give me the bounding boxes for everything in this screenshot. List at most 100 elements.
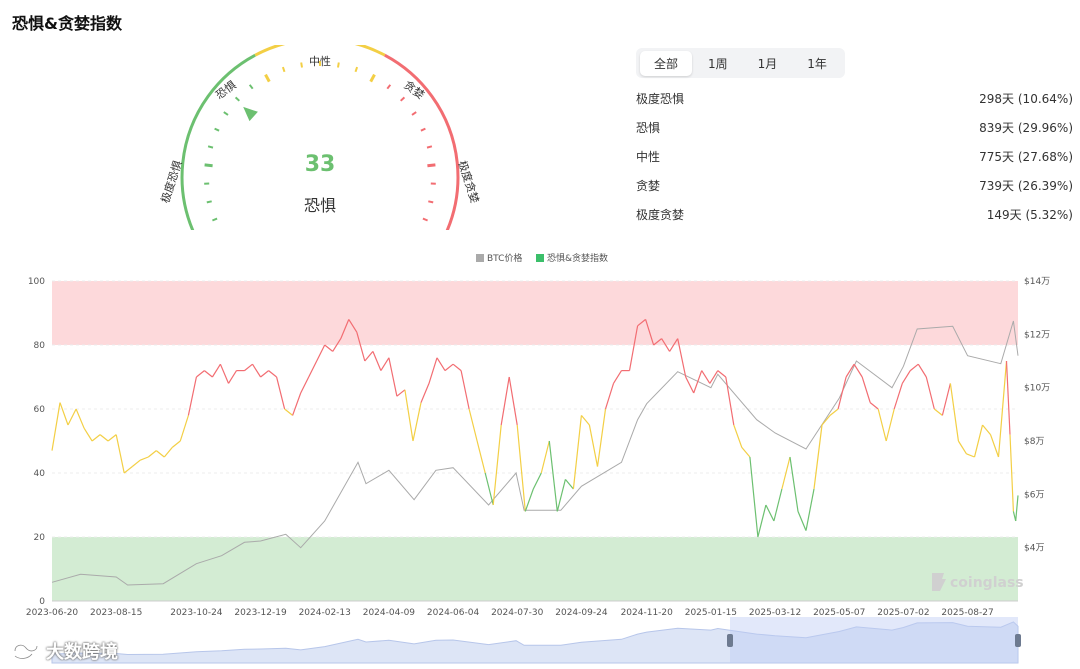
fgi-segment: [982, 424, 991, 435]
fgi-segment: [196, 370, 205, 378]
fgi-segment: [861, 376, 871, 403]
gauge-tick: [386, 84, 392, 90]
fgi-segment: [781, 456, 791, 490]
fgi-segment: [251, 363, 262, 378]
stat-row-neutral: 中性 775天 (27.68%): [636, 148, 1073, 177]
fgi-segment: [925, 376, 935, 410]
gauge-label-greed: 贪婪: [401, 78, 427, 102]
x-axis: 2023-06-20 2023-08-15 2023-10-24 2023-12-19…: [26, 600, 1018, 618]
fgi-segment: [452, 363, 462, 372]
y-axis-right: $4万 $6万 $8万 $10万 $12万 $14万: [1024, 277, 1050, 554]
x-tick-label: 2023-12-19: [234, 608, 287, 618]
fgi-segment: [316, 344, 326, 362]
stat-label: 中性: [636, 150, 661, 164]
time-range-tabs: 全部 1周 1月 1年: [636, 48, 845, 78]
navigator-selection[interactable]: [730, 617, 1018, 663]
fgi-segment: [524, 488, 534, 512]
fgi-segment: [484, 472, 494, 506]
y-axis-left: 0 20 40 60 80 100: [28, 277, 45, 607]
fgi-segment: [997, 360, 1008, 458]
navigator-right-handle[interactable]: [1015, 634, 1021, 647]
fgi-segment: [548, 440, 558, 512]
fgi-segment: [107, 434, 117, 442]
fgi-segment: [917, 363, 927, 378]
gauge-tick: [264, 73, 271, 83]
fgi-segment: [83, 427, 93, 442]
y-right-tick-label: $12万: [1024, 330, 1050, 340]
fgi-segment: [837, 376, 847, 410]
fgi-segment: [187, 376, 197, 416]
x-tick-label: 2024-11-20: [621, 608, 674, 618]
tab-1-year[interactable]: 1年: [793, 51, 841, 76]
site-watermark: 大数跨境: [12, 638, 118, 664]
gauge-status: 恐惧: [303, 196, 336, 215]
gauge-tick: [300, 62, 303, 68]
stat-label: 极度贪婪: [636, 208, 685, 222]
gauge-arc-segment: [384, 53, 460, 230]
tab-1-month[interactable]: 1月: [744, 51, 792, 76]
fgi-segment: [973, 424, 984, 458]
fgi-segment: [821, 415, 831, 426]
fgi-segment: [123, 466, 133, 474]
fgi-segment: [67, 408, 77, 426]
chart-legend: BTC价格 恐惧&贪婪指数: [476, 252, 608, 264]
fgi-segment: [765, 504, 775, 522]
fgi-segment: [91, 434, 101, 442]
gauge-tick: [204, 163, 213, 168]
y-right-tick-label: $8万: [1024, 437, 1044, 447]
gauge-tick: [411, 111, 417, 116]
fgi-segment: [420, 383, 430, 403]
range-navigator[interactable]: [51, 617, 1021, 664]
tab-1-week[interactable]: 1周: [694, 51, 742, 76]
fgi-segment: [733, 424, 743, 448]
fgi-segment: [789, 456, 799, 512]
y-left-tick-label: 0: [39, 597, 45, 607]
stat-value: 149天 (5.32%): [986, 208, 1073, 222]
fgi-segment: [797, 511, 807, 531]
fgi-segment: [268, 370, 277, 378]
fgi-segment: [612, 370, 623, 384]
y-left-tick-label: 40: [34, 469, 46, 479]
x-tick-label: 2024-09-24: [555, 608, 608, 618]
stat-value: 775天 (27.68%): [979, 150, 1073, 164]
x-tick-label: 2025-01-15: [685, 608, 737, 618]
sentiment-stats: 极度恐惧 298天 (10.64%) 恐惧 839天 (29.96%) 中性 7…: [636, 90, 1073, 235]
fgi-segment: [492, 424, 502, 506]
fgi-segment: [869, 402, 879, 410]
fgi-segment: [989, 434, 1000, 458]
gauge-tick: [207, 145, 214, 149]
legend-btc-label[interactable]: BTC价格: [487, 252, 522, 264]
fgi-segment: [540, 440, 550, 474]
navigator-left-handle[interactable]: [727, 634, 733, 647]
x-tick-label: 2024-07-30: [491, 608, 544, 618]
fgi-segment: [893, 383, 903, 410]
gauge-tick: [234, 96, 240, 102]
fgi-segment: [276, 376, 286, 410]
y-right-tick-label: $4万: [1024, 544, 1044, 554]
fgi-segment: [949, 383, 959, 442]
stat-value: 839天 (29.96%): [979, 121, 1073, 135]
fgi-segment: [725, 376, 735, 426]
fgi-segment: [308, 360, 318, 378]
x-tick-label: 2023-08-15: [90, 608, 142, 618]
fgi-segment: [933, 408, 943, 416]
fgi-segment: [805, 488, 815, 531]
fgi-segment: [364, 351, 374, 362]
stat-row-extreme-greed: 极度贪婪 149天 (5.32%): [636, 206, 1073, 235]
fgi-segment: [428, 357, 438, 384]
gauge-value: 33: [304, 152, 336, 177]
fgi-segment: [596, 408, 607, 467]
fgi-segment: [260, 370, 269, 378]
extreme-greed-band: [52, 281, 1018, 345]
stat-row-fear: 恐惧 839天 (29.96%): [636, 119, 1073, 148]
fgi-segment: [163, 447, 173, 458]
x-tick-label: 2024-04-09: [363, 608, 416, 618]
fgi-segment: [404, 389, 414, 442]
legend-fgi-label[interactable]: 恐惧&贪婪指数: [547, 252, 608, 264]
fgi-segment: [460, 370, 470, 410]
fgi-segment: [204, 370, 213, 378]
fgi-segment: [227, 370, 238, 384]
x-tick-label: 2025-03-12: [749, 608, 801, 618]
fgi-segment: [901, 370, 911, 384]
tab-all[interactable]: 全部: [640, 50, 693, 76]
